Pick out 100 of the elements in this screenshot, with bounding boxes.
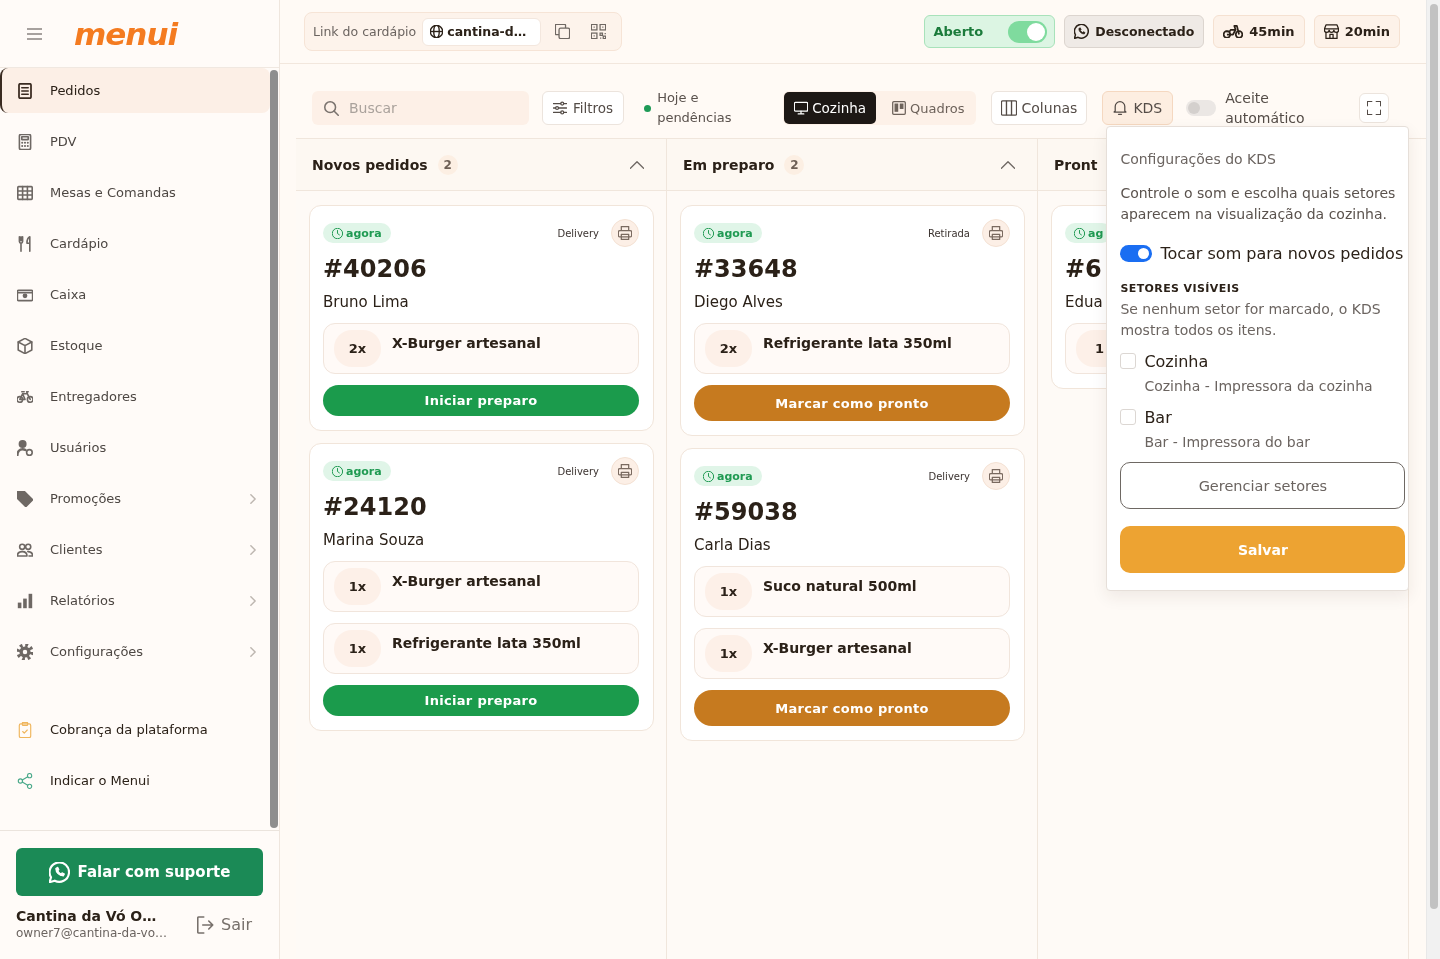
clipboard-check-icon (17, 721, 33, 738)
nav-item[interactable]: Estoque (0, 323, 270, 368)
printer-icon (618, 464, 632, 478)
users-icon (17, 541, 33, 558)
columns-button[interactable]: Colunas (990, 91, 1088, 125)
order-card[interactable]: agora Delivery #24120 Marina Souza 1x X-Burger artesanal 1x Refrigerante lata 350ml Iniciar preparo (309, 443, 654, 731)
chevron-up-icon[interactable] (630, 160, 644, 169)
order-card[interactable]: agora Delivery #40206 Bruno Lima 2x X-Burger artesanal Iniciar preparo (309, 205, 654, 431)
nav-item[interactable]: Cobrança da plataforma (0, 707, 270, 752)
whatsapp-status-button[interactable]: Desconectado (1064, 15, 1205, 48)
board-icon (892, 101, 907, 115)
nav-item[interactable]: Promoções (0, 476, 270, 521)
view-tab[interactable]: Cozinha (784, 92, 877, 124)
whatsapp-icon (48, 861, 70, 883)
sector-detail: Cozinha - Impressora da cozinha (1143, 377, 1374, 396)
logout-icon (197, 915, 214, 934)
customer-name: Carla Dias (694, 535, 771, 555)
checkbox[interactable] (1120, 409, 1137, 425)
kds-button[interactable]: KDS (1102, 91, 1174, 125)
bicycle-icon (17, 388, 33, 405)
order-type: Delivery (557, 227, 599, 239)
nav-item[interactable]: Caixa (0, 272, 270, 317)
view-tab[interactable]: Quadros (882, 92, 975, 124)
search-field[interactable]: Buscar (312, 91, 529, 125)
fullscreen-button[interactable] (1359, 93, 1390, 123)
store-status-toggle[interactable]: Aberto (923, 15, 1056, 48)
nav-item[interactable]: Relatórios (0, 578, 270, 623)
order-number: #33648 (694, 254, 798, 284)
globe-icon (430, 25, 444, 38)
item-name: Refrigerante lata 350ml (392, 634, 581, 653)
order-number: #6 (1065, 254, 1102, 284)
item-name: X-Burger artesanal (763, 639, 912, 658)
menu-icon[interactable] (27, 27, 42, 40)
nav-item[interactable]: Cardápio (0, 221, 270, 266)
nav-item[interactable]: Clientes (0, 527, 270, 572)
popover-title: Configurações do KDS (1120, 150, 1277, 169)
toggle-switch[interactable] (1008, 20, 1048, 43)
nav-item[interactable]: Entregadores (0, 374, 270, 419)
document-icon (17, 82, 33, 99)
menu-link-field[interactable]: cantina-d… (422, 17, 542, 46)
nav-item[interactable]: PDV (0, 119, 270, 164)
order-card[interactable]: agora Retirada #33648 Diego Alves 2x Refrigerante lata 350ml Marcar como pronto (680, 205, 1025, 436)
nav-item[interactable]: Indicar o Menui (0, 758, 270, 803)
scrollbar[interactable] (270, 70, 278, 828)
quantity-badge: 1x (705, 573, 752, 610)
nav-item[interactable]: Usuários (0, 425, 270, 470)
item-name: X-Burger artesanal (392, 334, 541, 353)
chevron-up-icon[interactable] (1001, 160, 1015, 169)
sector-name: Bar (1144, 407, 1172, 427)
store-icon (1323, 24, 1339, 39)
order-type: Retirada (927, 227, 970, 239)
start-prep-button[interactable]: Iniciar preparo (323, 685, 639, 716)
quantity-badge: 1x (334, 630, 381, 667)
manage-sectors-button[interactable]: Gerenciar setores (1120, 462, 1406, 509)
sector-detail: Bar - Impressora do bar (1143, 433, 1312, 452)
toggle-switch[interactable] (1186, 100, 1217, 116)
time-text: ag (1088, 226, 1104, 240)
qr-code-icon[interactable] (591, 24, 607, 39)
customer-name: Bruno Lima (323, 292, 409, 312)
nav-item[interactable]: Mesas e Comandas (0, 170, 270, 215)
account-email: owner7@cantina-da-vo… (16, 925, 168, 941)
count-badge: 2 (437, 154, 458, 175)
logout-button[interactable]: Sair (197, 915, 252, 934)
columns-icon (1000, 100, 1017, 116)
print-button[interactable] (982, 219, 1010, 247)
scrollbar[interactable] (1426, 0, 1440, 959)
start-prep-button[interactable]: Iniciar preparo (323, 385, 639, 416)
box-icon (17, 337, 33, 354)
banknote-icon (17, 286, 33, 303)
menu-link-label: Link do cardápio (313, 24, 417, 39)
pickup-time-button[interactable]: 20min (1313, 15, 1400, 48)
delivery-time-button[interactable]: 45min (1213, 15, 1305, 48)
clock-icon (703, 470, 714, 482)
nav-item[interactable]: Pedidos (0, 68, 270, 113)
item-name: Refrigerante lata 350ml (763, 334, 952, 353)
sound-label: Tocar som para novos pedidos (1160, 243, 1404, 263)
order-number: #24120 (323, 492, 427, 522)
quantity-badge: 1x (334, 568, 381, 605)
copy-icon[interactable] (555, 24, 571, 39)
support-button[interactable]: Falar com suporte (16, 848, 263, 896)
section-hint: Se nenhum setor for marcado, o KDS mostra todos os itens. (1120, 300, 1382, 340)
section-heading: SETORES VISÍVEIS (1120, 282, 1241, 296)
printer-icon (618, 226, 632, 240)
column-title: Novos pedidos (312, 156, 428, 173)
sector-name: Cozinha (1144, 351, 1209, 371)
print-button[interactable] (611, 457, 639, 485)
print-button[interactable] (611, 219, 639, 247)
period-filter[interactable]: Hoje e pendências (657, 88, 738, 128)
nav-item[interactable]: Configurações (0, 629, 270, 674)
filters-button[interactable]: Filtros (542, 91, 625, 125)
toggle-switch[interactable] (1120, 244, 1153, 262)
checkbox[interactable] (1120, 353, 1137, 369)
monitor-icon (794, 101, 809, 115)
tag-icon (17, 490, 33, 507)
settings-icon (17, 643, 33, 660)
share-icon (17, 772, 33, 789)
order-card[interactable]: agora Delivery #59038 Carla Dias 1x Suco natural 500ml 1x X-Burger artesanal Marcar como pronto (680, 448, 1025, 741)
print-button[interactable] (982, 462, 1010, 490)
whatsapp-icon (1074, 24, 1090, 39)
account-name: Cantina da Vó O… (16, 908, 157, 925)
